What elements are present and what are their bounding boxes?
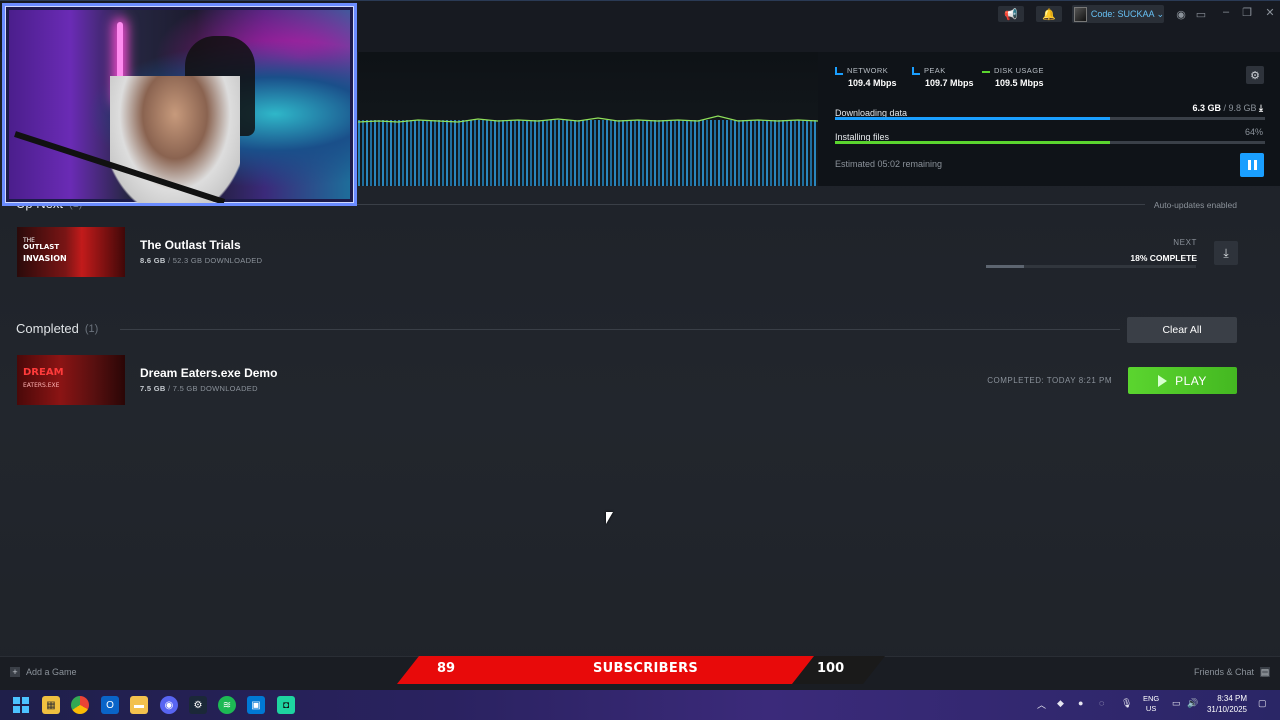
volume-icon[interactable]: 🔊 (1187, 698, 1198, 709)
clear-all-button[interactable]: Clear All (1127, 317, 1237, 343)
bandwidth-graph (358, 52, 818, 186)
tray-chevron-icon[interactable]: ︿ (1037, 698, 1046, 711)
file-explorer-icon[interactable]: ▬ (130, 696, 148, 714)
clock[interactable]: 8:34 PM 31/10/2025 (1207, 693, 1247, 715)
bell-icon[interactable]: 🔔 (1036, 6, 1062, 22)
installing-progress: Installing files 64% (835, 127, 1265, 144)
avatar (1074, 6, 1087, 22)
download-arrow-icon: ⤓ (1259, 103, 1263, 113)
auto-updates-label: Auto-updates enabled (1153, 200, 1237, 210)
subscriber-goal: 100 (817, 661, 845, 676)
percent-complete: 18% COMPLETE (1130, 253, 1197, 263)
language-indicator[interactable]: ENG US (1143, 694, 1159, 714)
chat-app-icon[interactable]: ◘ (277, 696, 295, 714)
windows-start-icon[interactable] (12, 696, 30, 714)
megaphone-icon[interactable]: 📢 (998, 6, 1024, 22)
user-menu[interactable]: Code: SUCKAA ⌄ (1072, 5, 1164, 23)
add-game-button[interactable]: + Add a Game (10, 667, 77, 677)
queue-item-outlast[interactable]: THE OUTLAST INVASION The Outlast Trials … (16, 227, 1238, 279)
game-title[interactable]: The Outlast Trials (140, 238, 241, 252)
divider (120, 329, 1120, 330)
close-icon[interactable]: ✕ (1260, 5, 1280, 19)
bar-chart-icon (912, 66, 920, 75)
download-header: NETWORK 109.4 Mbps PEAK 109.7 Mbps DISK … (358, 52, 1280, 186)
discord-icon[interactable]: ◉ (160, 696, 178, 714)
bar-chart-icon (835, 66, 843, 75)
subscriber-goal-banner: 89 SUBSCRIBERS 100 (397, 656, 885, 684)
stat-disk-usage: DISK USAGE 109.5 Mbps (982, 66, 1092, 88)
minimize-icon[interactable]: – (1216, 5, 1236, 19)
download-size: 7.5 GB / 7.5 GB DOWNLOADED (140, 384, 258, 393)
notification-icon[interactable]: ▢ (1258, 698, 1267, 709)
outlook-icon[interactable]: O (101, 696, 119, 714)
store-icon[interactable]: ▦ (42, 696, 60, 714)
next-label: NEXT (1173, 238, 1197, 247)
plus-icon: + (10, 667, 20, 677)
settings-gear-icon[interactable]: ⚙ (1246, 66, 1264, 84)
game-title[interactable]: Dream Eaters.exe Demo (140, 366, 277, 380)
game-cover[interactable]: DREAM EATERS.EXE (17, 355, 125, 405)
webcam-overlay (2, 3, 357, 206)
play-icon (1158, 374, 1168, 387)
download-size: 8.6 GB / 52.3 GB DOWNLOADED (140, 256, 263, 265)
network-icon[interactable]: ▭ (1172, 698, 1181, 709)
restore-icon[interactable]: ❐ (1237, 5, 1257, 19)
completed-time: COMPLETED: TODAY 8:21 PM (987, 376, 1112, 385)
downloading-bar (835, 117, 1111, 120)
steam-icon[interactable]: ⚙ (189, 696, 207, 714)
subscriber-label: SUBSCRIBERS (593, 661, 699, 676)
completed-heading: Completed (1) (16, 321, 99, 336)
spotify-icon[interactable]: ≋ (218, 696, 236, 714)
subscriber-current: 89 (437, 661, 456, 676)
download-icon[interactable]: ⤓ (1214, 241, 1238, 265)
chrome-icon[interactable] (71, 696, 89, 714)
tray-app-icon[interactable]: ◌ (1099, 698, 1104, 708)
line-icon (982, 71, 990, 73)
installing-bar (835, 141, 1111, 144)
chat-icon: ▤ (1260, 666, 1270, 677)
queue-progress (986, 265, 1196, 268)
graph-line (358, 115, 818, 123)
monitor-icon[interactable]: ▭ (1188, 6, 1214, 22)
play-button[interactable]: PLAY (1128, 367, 1237, 394)
pause-button[interactable] (1240, 153, 1264, 177)
microphone-icon[interactable]: 🎙 (1121, 698, 1132, 709)
completed-item-dream-eaters[interactable]: DREAM EATERS.EXE Dream Eaters.exe Demo 7… (16, 355, 1238, 407)
game-cover[interactable]: THE OUTLAST INVASION (17, 227, 125, 277)
eta-text: Estimated 05:02 remaining (835, 159, 943, 169)
tray-steam-icon[interactable]: ◆ (1057, 698, 1064, 709)
app-icon[interactable]: ▣ (247, 696, 265, 714)
friends-chat-button[interactable]: Friends & Chat ▤ (1194, 667, 1270, 677)
mouse-cursor-icon (606, 512, 613, 524)
downloading-progress: Downloading data 6.3 GB / 9.8 GB ⤓ (835, 103, 1265, 120)
tray-chrome-icon[interactable]: ● (1078, 698, 1083, 708)
windows-taskbar: ▦ O ▬ ◉ ⚙ ≋ ▣ ◘ ︿ ◆ ● ◌ 🎙 ENG US ▭ 🔊 8:34… (0, 690, 1280, 720)
user-name: Code: SUCKAA ⌄ (1090, 8, 1164, 19)
